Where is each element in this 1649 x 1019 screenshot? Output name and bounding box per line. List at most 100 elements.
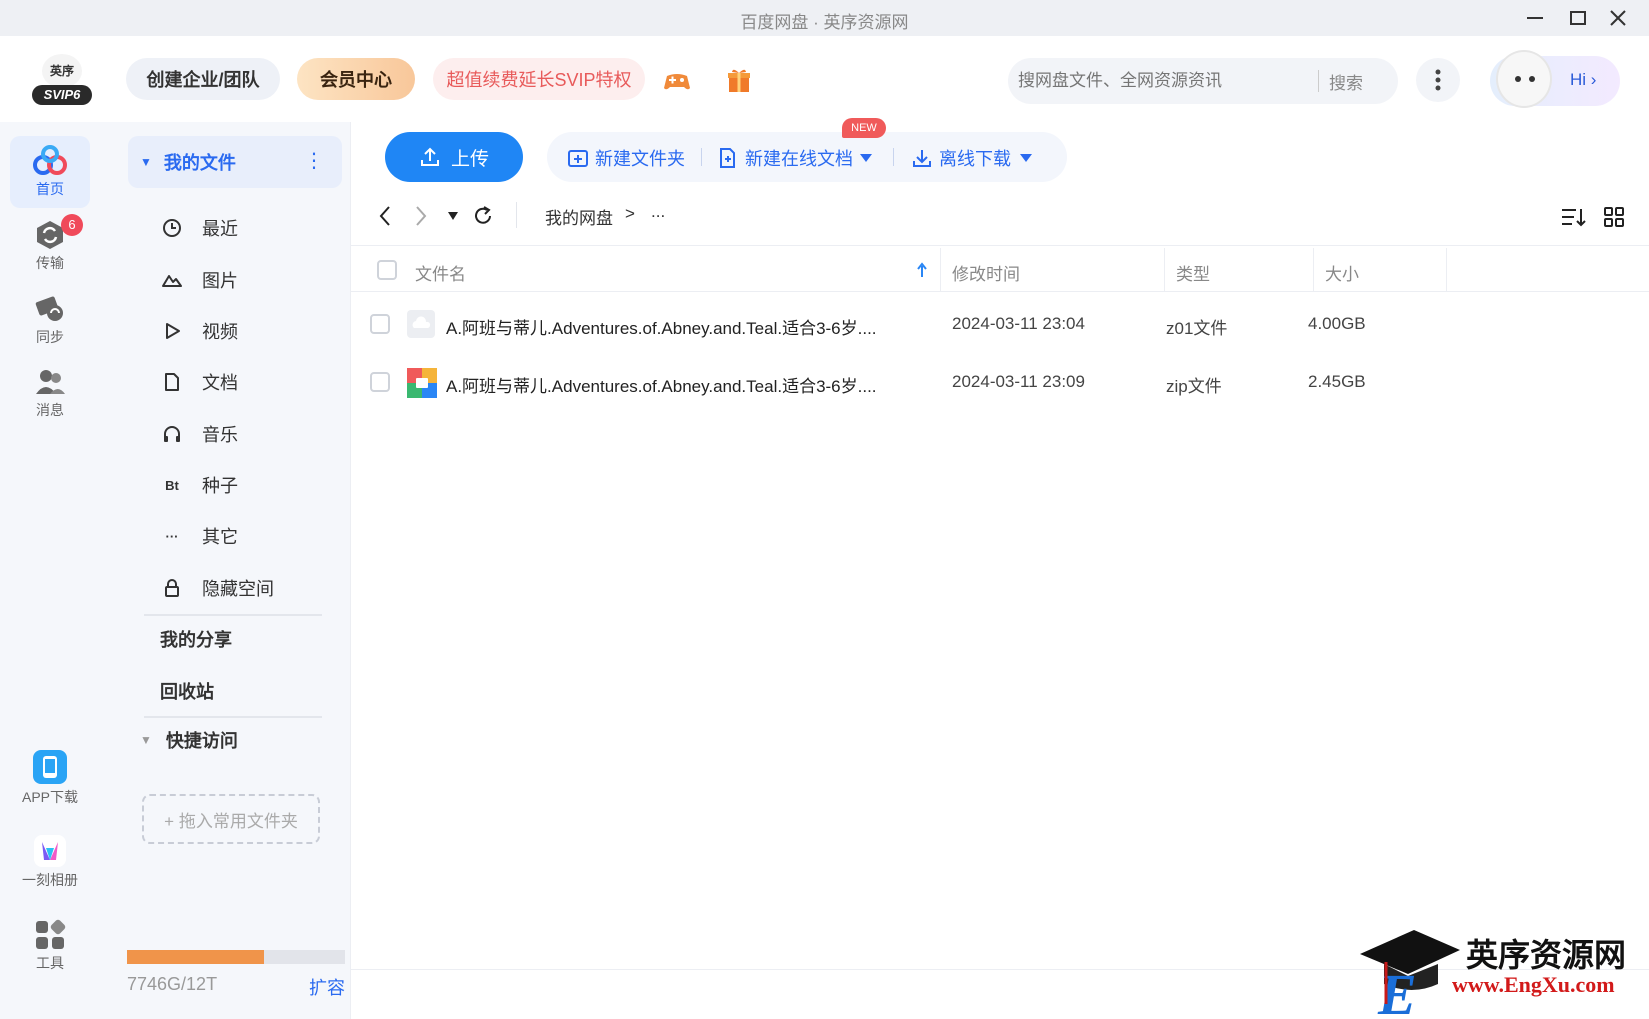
file-name[interactable]: A.阿班与蒂儿.Adventures.of.Abney.and.Teal.适合3…	[446, 372, 877, 397]
column-name[interactable]: 文件名	[415, 260, 466, 285]
nav-tools-label: 工具	[36, 955, 64, 971]
sort-button[interactable]	[1560, 204, 1586, 230]
quick-access-header[interactable]: ▼ 快捷访问	[140, 727, 238, 753]
column-modified[interactable]: 修改时间	[952, 260, 1020, 285]
watermark-name: 英序资源网	[1466, 936, 1627, 974]
nav-home[interactable]: 首页	[10, 136, 90, 208]
table-header: 文件名 修改时间 类型 大小	[351, 248, 1649, 292]
sidebar-item-label: 其它	[202, 527, 238, 547]
user-greeting[interactable]: Hi ›	[1490, 50, 1620, 108]
gift-icon[interactable]	[725, 66, 755, 96]
expand-storage-link[interactable]: 扩容	[309, 974, 345, 1000]
nav-transfer-label: 传输	[36, 255, 64, 271]
svip-logo[interactable]: 英序 SVIP6	[32, 54, 92, 106]
new-online-doc-button[interactable]: 新建在线文档	[717, 145, 873, 171]
window-title: 百度网盘 · 英序资源网	[740, 13, 909, 32]
file-size: 2.45GB	[1308, 372, 1366, 391]
sidebar-item-music[interactable]: 音乐	[160, 414, 238, 454]
search-divider	[1318, 70, 1319, 92]
lock-icon	[160, 576, 184, 600]
nav-message[interactable]: 消息	[10, 358, 90, 430]
quick-access-dropzone[interactable]: + 拖入常用文件夹	[142, 794, 320, 844]
caret-down-icon	[448, 212, 458, 220]
file-type: zip文件	[1166, 377, 1222, 396]
main-content: 上传 新建文件夹 新建在线文档 离线下载 NEW 我的网盘 > ... 文件名 …	[350, 118, 1649, 1019]
create-team-button[interactable]: 创建企业/团队	[126, 58, 280, 100]
clock-icon	[160, 216, 184, 240]
breadcrumb-separator: >	[625, 204, 635, 223]
file-size: 4.00GB	[1308, 314, 1366, 333]
storage-fill	[127, 950, 265, 964]
sidebar-item-hidden-space[interactable]: 隐藏空间	[160, 568, 274, 608]
upload-label: 上传	[450, 148, 489, 170]
back-button[interactable]	[373, 204, 397, 228]
sidebar-item-images[interactable]: 图片	[160, 260, 238, 300]
left-nav: 首页 6 传输 同步 消息 APP下载 一刻相册 工具	[0, 122, 100, 1019]
vip-center-button[interactable]: 会员中心	[297, 58, 415, 100]
caret-down-icon: ▼	[140, 733, 152, 747]
file-type: z01文件	[1166, 319, 1228, 338]
new-folder-button[interactable]: 新建文件夹	[567, 145, 685, 171]
kebab-icon[interactable]: ⋮	[304, 148, 324, 173]
minimize-button[interactable]	[1520, 4, 1550, 32]
select-all-checkbox[interactable]	[377, 260, 397, 280]
grid-view-button[interactable]	[1601, 204, 1627, 230]
toolbar-divider	[893, 148, 894, 166]
chevron-down-icon	[860, 154, 872, 162]
toolbar-divider	[701, 148, 702, 166]
search-input[interactable]	[1018, 71, 1318, 91]
forward-button[interactable]	[409, 204, 433, 228]
row-checkbox[interactable]	[370, 372, 390, 392]
quick-access-label: 快捷访问	[165, 731, 238, 751]
sidebar-item-label: 最近	[202, 219, 238, 239]
nav-album[interactable]: 一刻相册	[10, 822, 90, 902]
file-name[interactable]: A.阿班与蒂儿.Adventures.of.Abney.and.Teal.适合3…	[446, 314, 877, 339]
sidebar-item-my-share[interactable]: 我的分享	[160, 620, 232, 660]
sidebar-item-documents[interactable]: 文档	[160, 362, 238, 402]
maximize-button[interactable]	[1563, 4, 1593, 32]
search-button[interactable]: 搜索	[1329, 69, 1363, 94]
sidebar-item-label: 隐藏空间	[202, 579, 274, 599]
breadcrumb-root[interactable]: 我的网盘	[545, 204, 613, 229]
nav-transfer[interactable]: 6 传输	[10, 210, 90, 282]
sidebar-item-label: 视频	[202, 322, 238, 342]
document-icon	[160, 370, 184, 394]
nav-home-label: 首页	[36, 181, 64, 197]
nav-app-download[interactable]: APP下载	[10, 738, 90, 818]
nav-message-label: 消息	[36, 402, 64, 418]
sidebar-item-label: 音乐	[202, 425, 238, 445]
sidebar-item-recycle-bin[interactable]: 回收站	[160, 672, 214, 712]
svip-promo-button[interactable]: 超值续费延长SVIP特权	[433, 58, 645, 100]
sidebar: ▼ 我的文件 ⋮ 最近 图片 视频 文档 音乐 Bt 种子 ··· 其它 隐藏空…	[100, 122, 350, 1019]
my-files-header[interactable]: ▼ 我的文件 ⋮	[128, 136, 342, 188]
table-row[interactable]: A.阿班与蒂儿.Adventures.of.Abney.and.Teal.适合3…	[351, 296, 1649, 354]
nav-sync[interactable]: 同步	[10, 284, 90, 356]
sidebar-item-label: 种子	[202, 476, 238, 496]
sidebar-item-torrents[interactable]: Bt 种子	[160, 465, 238, 505]
offline-download-button[interactable]: 离线下载	[911, 145, 1033, 171]
sidebar-item-other[interactable]: ··· 其它	[160, 516, 239, 556]
bt-icon: Bt	[165, 477, 179, 493]
sidebar-item-videos[interactable]: 视频	[160, 311, 238, 351]
navigation-bar: 我的网盘 > ...	[351, 184, 1649, 246]
row-checkbox[interactable]	[370, 314, 390, 334]
table-row[interactable]: A.阿班与蒂儿.Adventures.of.Abney.and.Teal.适合3…	[351, 354, 1649, 412]
title-bar: 百度网盘 · 英序资源网	[0, 0, 1649, 36]
close-button[interactable]	[1603, 4, 1633, 32]
more-menu-button[interactable]	[1416, 58, 1460, 102]
sidebar-item-recent[interactable]: 最近	[160, 208, 238, 248]
column-size[interactable]: 大小	[1325, 260, 1359, 285]
sidebar-item-label: 图片	[202, 271, 238, 291]
svip-badge: SVIP6	[32, 85, 92, 105]
nav-tools[interactable]: 工具	[10, 906, 90, 986]
column-type[interactable]: 类型	[1176, 260, 1210, 285]
gamepad-icon[interactable]	[662, 66, 692, 96]
more-icon: ···	[165, 528, 179, 544]
breadcrumb-more[interactable]: ...	[651, 202, 665, 222]
storage-bar	[127, 950, 345, 964]
new-online-doc-label: 新建在线文档	[745, 149, 853, 169]
history-dropdown[interactable]	[441, 204, 465, 228]
upload-button[interactable]: 上传	[385, 132, 523, 182]
transfer-badge: 6	[61, 214, 83, 236]
refresh-button[interactable]	[471, 204, 495, 228]
